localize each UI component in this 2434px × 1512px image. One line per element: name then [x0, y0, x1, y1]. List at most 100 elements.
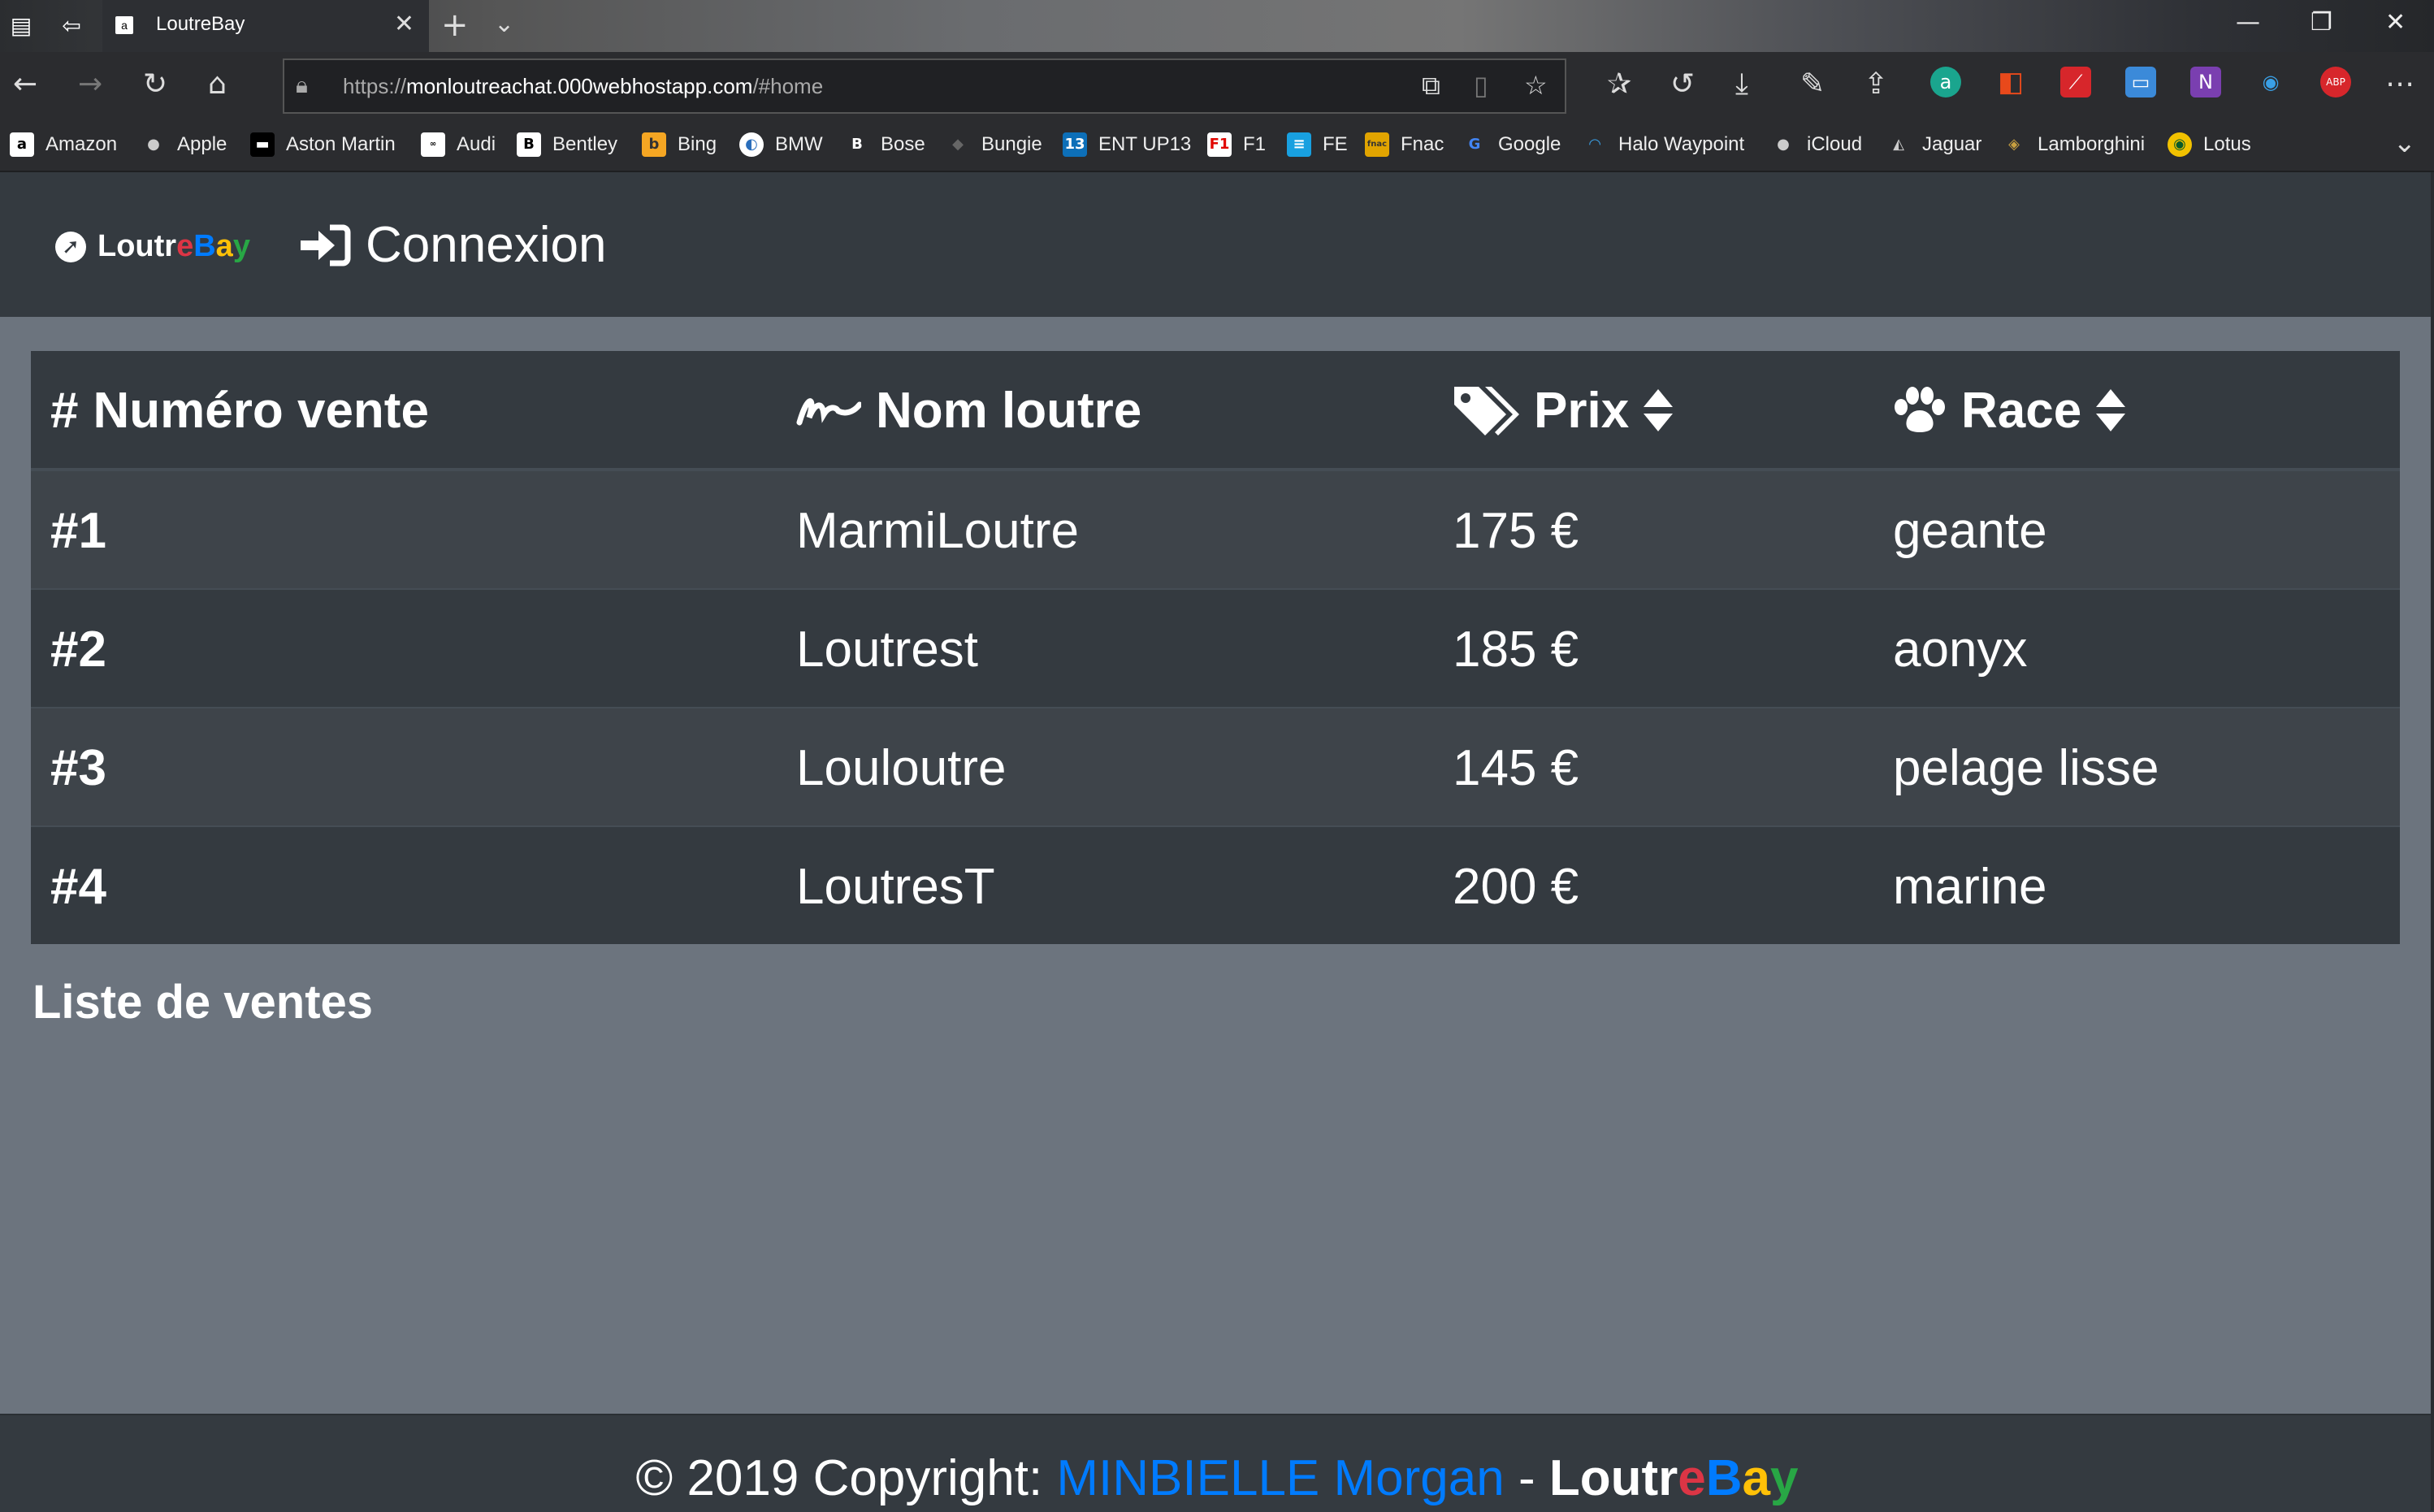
onenote-icon[interactable]: N — [2190, 67, 2221, 97]
history-icon[interactable]: ↺ — [1670, 68, 1695, 101]
sale-number-cell: #3 — [50, 739, 106, 796]
pen-icon[interactable]: ✎ — [1800, 68, 1825, 101]
sale-number-cell: #2 — [50, 621, 106, 678]
bookmark-lamborghini[interactable]: ◈ Lamborghini — [2002, 130, 2145, 159]
translate-icon[interactable]: ⧉ — [1422, 70, 1440, 102]
fnac-icon: fnac — [1365, 132, 1389, 157]
share-icon[interactable]: ⇪ — [1864, 68, 1888, 101]
sale-number-cell: #4 — [50, 858, 106, 915]
adblock-plus-icon[interactable]: ABP — [2320, 67, 2351, 97]
sale-number-cell: #1 — [50, 502, 106, 559]
bmw-icon: ◐ — [739, 132, 764, 157]
lotus-icon: ◉ — [2168, 132, 2192, 157]
breed-cell: pelage lisse — [1893, 739, 2159, 796]
otter-name-cell: Loutrest — [796, 621, 979, 678]
amazon-assistant-icon[interactable]: a — [1930, 67, 1961, 97]
tab-loutrebay[interactable]: a LoutreBay ✕ — [102, 0, 429, 52]
sort-icon[interactable] — [1642, 388, 1674, 433]
bookmark-aston-martin[interactable]: ▬ Aston Martin — [250, 130, 396, 159]
window-edge — [2431, 172, 2434, 1510]
sort-icon[interactable] — [2094, 388, 2127, 433]
bookmark-fe[interactable]: ≡ FE — [1287, 130, 1348, 159]
header-breed[interactable]: Race — [1893, 351, 2127, 470]
table-row[interactable]: #3 Louloutre 145 € pelage lisse — [31, 707, 2400, 827]
favorites-icon[interactable]: ✰ — [1607, 68, 1631, 101]
bookmark-fnac[interactable]: fnac Fnac — [1365, 130, 1444, 159]
download-icon[interactable]: ⤓ — [1735, 68, 1748, 101]
url-text[interactable]: https://monloutreachat.000webhostapp.com… — [343, 74, 823, 99]
bookmark-amazon[interactable]: a Amazon — [10, 130, 117, 159]
office-icon[interactable]: ◧ — [1995, 67, 2026, 97]
reading-view-icon[interactable]: ▯ — [1474, 70, 1488, 101]
bookmark-halo-waypoint[interactable]: ◠ Halo Waypoint — [1583, 130, 1744, 159]
bookmarks-bar: a Amazon ● Apple ▬ Aston Martin ∞ Audi B Bent… — [0, 119, 2434, 172]
browser-navbar: ← → ↻ ⌂ 🔒︎ https://monloutreachat.000web… — [0, 52, 2434, 119]
site-navbar: ➚ LoutreBay Connexion — [0, 172, 2434, 317]
login-label: Connexion — [366, 217, 607, 273]
site-favicon-icon: a — [115, 16, 133, 34]
bookmark-icloud[interactable]: ● iCloud — [1771, 130, 1862, 159]
bookmark-bmw[interactable]: ◐ BMW — [739, 130, 823, 159]
header-sale-number: # Numéro vente — [50, 382, 429, 439]
bookmark-bose[interactable]: B Bose — [845, 130, 925, 159]
table-row[interactable]: #1 MarmiLoutre 175 € geante — [31, 470, 2400, 590]
browser-titlebar: ▤ ⇦ a LoutreBay ✕ + ⌄ — ❐ ✕ — [0, 0, 2434, 52]
table-caption: Liste de ventes — [32, 976, 374, 1029]
otter-name-cell: Louloutre — [796, 739, 1007, 796]
bookmark-ent-up13[interactable]: 13 ENT UP13 — [1063, 130, 1191, 159]
otter-name-cell: LoutresT — [796, 858, 995, 915]
new-tab-icon[interactable]: + — [441, 6, 469, 44]
apple-icon: ● — [147, 136, 160, 153]
minimize-icon[interactable]: — — [2236, 8, 2260, 37]
refresh-icon[interactable]: ↻ — [143, 68, 167, 101]
sales-table: # Numéro vente Nom loutre Prix Race #1 M… — [31, 351, 2400, 944]
author-link[interactable]: MINBIELLE Morgan — [1056, 1450, 1504, 1506]
table-header-row: # Numéro vente Nom loutre Prix Race — [31, 351, 2400, 470]
bookmark-f1[interactable]: F1 F1 — [1207, 130, 1266, 159]
home-icon[interactable]: ⌂ — [208, 68, 227, 101]
bookmark-bentley[interactable]: B Bentley — [517, 130, 617, 159]
otter-name-cell: MarmiLoutre — [796, 502, 1079, 559]
bookmark-bing[interactable]: b Bing — [642, 130, 717, 159]
chevron-down-icon[interactable]: ⌄ — [494, 10, 514, 38]
formula-e-icon: ≡ — [1287, 132, 1311, 157]
more-icon[interactable]: ⋯ — [2385, 68, 2415, 101]
forward-icon[interactable]: → — [78, 68, 102, 101]
login-link[interactable]: Connexion — [297, 216, 606, 274]
feedback-icon[interactable]: ▭ — [2125, 67, 2156, 97]
bookmark-bungie[interactable]: ◆ Bungie — [946, 130, 1042, 159]
bookmark-apple[interactable]: ● Apple — [141, 130, 227, 159]
bookmark-lotus[interactable]: ◉ Lotus — [2168, 130, 2251, 159]
brand-name: LoutreBay — [97, 229, 250, 263]
tags-icon — [1454, 387, 1519, 435]
table-row[interactable]: #2 Loutrest 185 € aonyx — [31, 588, 2400, 708]
lamborghini-icon: ◈ — [2008, 136, 2020, 153]
header-price[interactable]: Prix — [1453, 351, 1674, 470]
back-icon[interactable]: ← — [13, 68, 37, 101]
jaguar-icon: ◭ — [1893, 136, 1904, 153]
window-close-icon[interactable]: ✕ — [2385, 8, 2406, 37]
restore-icon[interactable]: ❐ — [2311, 8, 2332, 37]
address-bar[interactable]: 🔒︎ https://monloutreachat.000webhostapp.… — [283, 58, 1566, 114]
breed-cell: geante — [1893, 502, 2047, 559]
ghostery-icon[interactable]: ◉ — [2255, 67, 2286, 97]
footer-brand: LoutreBay — [1548, 1450, 1799, 1506]
favorite-star-icon[interactable]: ☆ — [1524, 70, 1548, 101]
header-otter-name: Nom loutre — [796, 351, 1141, 470]
close-icon[interactable]: ✕ — [394, 10, 414, 38]
pdf-icon[interactable]: ⟋ — [2060, 67, 2091, 97]
table-row[interactable]: #4 LoutresT 200 € marine — [31, 825, 2400, 946]
price-cell: 145 € — [1453, 739, 1579, 796]
tab-actions-icon[interactable]: ▤ — [8, 13, 34, 39]
brand-logo[interactable]: ➚ LoutreBay — [55, 229, 250, 264]
chevron-down-icon[interactable]: ⌄ — [2393, 127, 2417, 159]
bookmark-google[interactable]: G Google — [1462, 130, 1561, 159]
tab-title: LoutreBay — [156, 13, 245, 35]
bose-icon: B — [851, 136, 863, 153]
page-footer: © 2019 Copyright: MINBIELLE Morgan - Lou… — [0, 1414, 2434, 1512]
set-aside-tabs-icon[interactable]: ⇦ — [58, 13, 84, 39]
bookmark-jaguar[interactable]: ◭ Jaguar — [1886, 130, 1981, 159]
ent-up13-icon: 13 — [1063, 132, 1087, 157]
bungie-icon: ◆ — [952, 136, 964, 153]
bookmark-audi[interactable]: ∞ Audi — [421, 130, 496, 159]
